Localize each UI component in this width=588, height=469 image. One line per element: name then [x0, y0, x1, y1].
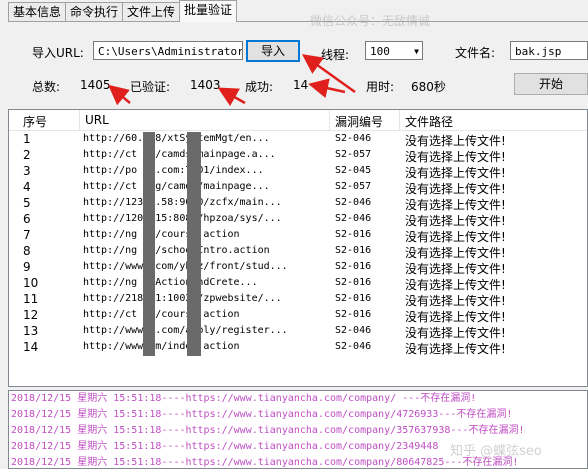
tab-strip: 基本信息 命令执行 文件上传 批量验证	[8, 0, 238, 22]
log-line: 2018/12/15 星期六 15:51:18----https://www.t…	[11, 425, 525, 436]
row-vuln-id: S2-016	[335, 277, 372, 288]
row-url: http://www .com/yhcz/front/stud...	[83, 261, 288, 272]
row-url: http://ng et/course.action	[83, 229, 240, 240]
tab-command-exec[interactable]: 命令执行	[65, 2, 124, 21]
row-url: http://www .m/index.action	[83, 341, 240, 352]
table-row[interactable]: 11 http://218 21:10020/zpwebsite/... S2-01…	[9, 291, 587, 308]
table-row[interactable]: 14 http://www .m/index.action S2-046 没有选择上传…	[9, 339, 587, 356]
threads-select[interactable]: 100 ▼	[365, 41, 423, 60]
table-row[interactable]: 2 http://ct or/camds/mainpage.a... S2-057 没…	[9, 147, 587, 164]
success-value: 14	[293, 78, 309, 92]
row-vuln-id: S2-046	[335, 341, 372, 352]
watermark-bottom: 知乎 @蝶弦seo	[450, 444, 542, 459]
row-vuln-id: S2-046	[335, 213, 372, 224]
threads-value: 100	[370, 45, 390, 58]
table-row[interactable]: 10 http://ng etActionAndCrete... S2-016 没有选…	[9, 275, 587, 292]
row-index: 7	[23, 228, 31, 242]
row-url: http://123 9.58:9080/zcfx/main...	[83, 197, 282, 208]
col-header-file-path[interactable]: 文件路径	[405, 113, 453, 130]
row-url: http://120 .15:8088/hpzoa/sys/...	[83, 213, 282, 224]
row-index: 8	[23, 244, 31, 258]
row-url: http://ct ne/course.action	[83, 309, 240, 320]
import-button[interactable]: 导入	[246, 40, 300, 62]
success-label: 成功:	[245, 80, 274, 94]
row-index: 3	[23, 164, 31, 178]
total-value: 1405	[80, 78, 111, 92]
redaction-bar	[187, 132, 201, 356]
table-row[interactable]: 7 http://ng et/course.action S2-016 没有选择上传文…	[9, 227, 587, 244]
row-vuln-id: S2-046	[335, 197, 372, 208]
table-row[interactable]: 9 http://www .com/yhcz/front/stud... S2-01…	[9, 259, 587, 276]
row-index: 10	[23, 276, 39, 290]
verified-value: 1403	[190, 78, 221, 92]
filename-field[interactable]: bak.jsp	[510, 41, 588, 60]
row-url: http://ct .og/camds/mainpage...	[83, 181, 270, 192]
elapsed-label: 用时:	[366, 80, 395, 94]
row-index: 13	[23, 324, 39, 338]
row-vuln-id: S2-046	[335, 133, 372, 144]
row-index: 12	[23, 308, 39, 322]
threads-label: 线程:	[321, 48, 350, 62]
tab-file-upload[interactable]: 文件上传	[122, 2, 181, 21]
results-listview[interactable]: 序号 URL 漏洞编号 文件路径 1 http://60. 88/xtSystem…	[8, 109, 588, 387]
row-vuln-id: S2-016	[335, 261, 372, 272]
row-index: 9	[23, 260, 31, 274]
row-vuln-id: S2-046	[335, 325, 372, 336]
tab-basic-info[interactable]: 基本信息	[8, 2, 67, 21]
row-file-path: 没有选择上传文件!	[405, 342, 506, 356]
filename-label: 文件名:	[455, 46, 496, 60]
table-row[interactable]: 3 http://po ss.com:7001/index... S2-045 没有选…	[9, 163, 587, 180]
table-row[interactable]: 5 http://123 9.58:9080/zcfx/main... S2-046…	[9, 195, 587, 212]
list-rows: 1 http://60. 88/xtSystemMgt/en... S2-046 没有…	[9, 131, 587, 356]
import-url-field[interactable]: C:\Users\Administrator\D	[93, 41, 243, 60]
row-vuln-id: S2-016	[335, 229, 372, 240]
log-line: 2018/12/15 星期六 15:51:18----https://www.t…	[11, 409, 513, 420]
row-url: http://ng etActionAndCrete...	[83, 277, 258, 288]
row-vuln-id: S2-057	[335, 181, 372, 192]
row-url: http://218 21:10020/zpwebsite/...	[83, 293, 282, 304]
import-url-label: 导入URL:	[32, 46, 84, 60]
chevron-down-icon: ▼	[414, 47, 419, 56]
row-index: 2	[23, 148, 31, 162]
row-vuln-id: S2-016	[335, 293, 372, 304]
row-index: 11	[23, 292, 39, 306]
col-header-url[interactable]: URL	[85, 113, 109, 127]
row-index: 1	[23, 132, 31, 146]
row-index: 4	[23, 180, 31, 194]
row-url: http://po ss.com:7001/index...	[83, 165, 264, 176]
table-row[interactable]: 12 http://ct ne/course.action S2-016 没有选择上传…	[9, 307, 587, 324]
col-header-vuln-id[interactable]: 漏洞编号	[335, 113, 383, 130]
tab-batch-verify[interactable]: 批量验证	[179, 0, 238, 22]
row-vuln-id: S2-045	[335, 165, 372, 176]
row-url: http://ct or/camds/mainpage.a...	[83, 149, 276, 160]
start-button[interactable]: 开始	[514, 73, 588, 95]
row-index: 14	[23, 340, 39, 354]
redaction-bar	[143, 132, 155, 356]
list-header: 序号 URL 漏洞编号 文件路径	[9, 110, 587, 131]
row-vuln-id: S2-057	[335, 149, 372, 160]
row-vuln-id: S2-016	[335, 309, 372, 320]
verified-label: 已验证:	[130, 80, 171, 94]
elapsed-value: 680秒	[411, 80, 446, 94]
row-index: 6	[23, 212, 31, 226]
total-label: 总数:	[32, 80, 61, 94]
col-header-index[interactable]: 序号	[23, 113, 47, 130]
row-vuln-id: S2-016	[335, 245, 372, 256]
table-row[interactable]: 6 http://120 .15:8088/hpzoa/sys/... S2-046…	[9, 211, 587, 228]
table-row[interactable]: 8 http://ng et/schoolIntro.action S2-016 没有…	[9, 243, 587, 260]
log-line: 2018/12/15 星期六 15:51:18----https://www.t…	[11, 393, 477, 404]
table-row[interactable]: 13 http://www u.com/apply/register... S2-0…	[9, 323, 587, 340]
table-row[interactable]: 1 http://60. 88/xtSystemMgt/en... S2-046 没有…	[9, 131, 587, 148]
row-url: http://www u.com/apply/register...	[83, 325, 288, 336]
row-url: http://ng et/schoolIntro.action	[83, 245, 270, 256]
row-index: 5	[23, 196, 31, 210]
table-row[interactable]: 4 http://ct .og/camds/mainpage... S2-057 没有…	[9, 179, 587, 196]
row-url: http://60. 88/xtSystemMgt/en...	[83, 133, 270, 144]
